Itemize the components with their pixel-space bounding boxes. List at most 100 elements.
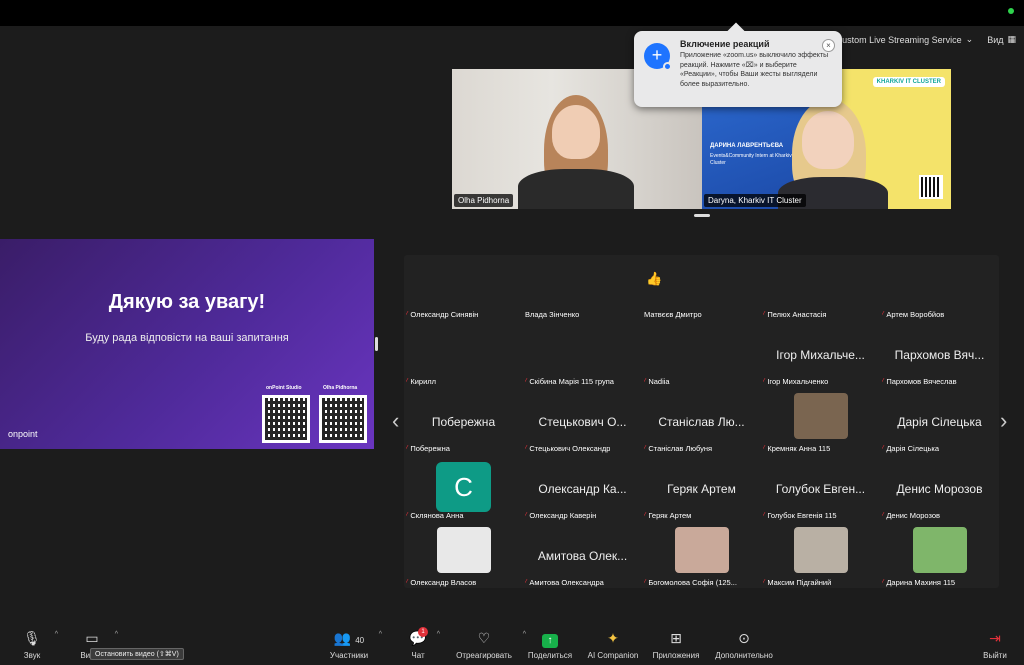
participant-name: Пелюх Анастасія: [767, 310, 827, 319]
split-view-handle[interactable]: [375, 337, 378, 351]
microphone-muted-icon: ⁄: [644, 511, 646, 520]
chevron-up-icon[interactable]: ^: [379, 631, 382, 638]
participant-avatar: [913, 527, 967, 573]
apps-icon: ⊞: [670, 630, 682, 646]
participant-display-name: Станіслав Лю...: [658, 415, 745, 429]
previous-page-icon[interactable]: ‹: [392, 408, 399, 434]
qr-label-olha: Olha Pidhorna: [323, 385, 358, 391]
participant-tile[interactable]: ⁄ Дарина Махиня 115: [880, 523, 999, 590]
participant-name: Геряк Артем: [648, 511, 692, 520]
video-name-label: Olha Pidhorna: [454, 194, 514, 207]
participant-display-name: Денис Морозов: [896, 482, 983, 496]
participant-tile[interactable]: C ⁄ Склянова Анна: [404, 456, 523, 523]
participant-display-name: Дарія Сілецька: [897, 415, 982, 429]
chevron-up-icon[interactable]: ^: [115, 631, 118, 638]
participant-face: [802, 111, 854, 169]
plus-icon: +: [644, 43, 672, 71]
participant-name: Матвєєв Дмитро: [644, 310, 702, 319]
participant-tile[interactable]: Денис Морозов ⁄ Денис Морозов: [880, 456, 999, 523]
participant-name-label: ⁄ Склянова Анна: [406, 511, 464, 520]
participant-tile[interactable]: ⁄ Богомолова Софія (125...: [642, 523, 761, 590]
participant-name-label: ⁄ Побережна: [406, 444, 450, 453]
chevron-up-icon[interactable]: ^: [437, 631, 440, 638]
participant-name: Олександр Каверін: [529, 511, 597, 520]
chat-icon: 💬 1: [409, 627, 428, 646]
participant-tile[interactable]: ⁄ Nadiia: [642, 322, 761, 389]
participant-tile[interactable]: ⁄ Кремняк Анна 115: [761, 389, 880, 456]
sparkle-icon: ✦: [607, 630, 619, 646]
qr-label-onpoint: onPoint Studio: [266, 385, 302, 391]
react-button[interactable]: ♡ Отреагировать ^: [452, 629, 526, 660]
apps-button[interactable]: ⊞ Приложения: [648, 629, 704, 660]
participants-label: Участники: [329, 651, 369, 660]
participant-avatar: [675, 527, 729, 573]
heart-icon: ♡: [477, 630, 491, 646]
share-button[interactable]: ↑ Поделиться: [524, 629, 576, 660]
more-label: Дополнительно: [715, 651, 773, 660]
participant-tile[interactable]: Стецькович О... ⁄ Стецькович Олександр: [523, 389, 642, 456]
view-label: Вид: [987, 34, 1004, 45]
microphone-muted-icon: ⁄: [525, 511, 527, 520]
chevron-up-icon[interactable]: ^: [55, 631, 58, 638]
participant-tile[interactable]: Станіслав Лю... ⁄ Станіслав Любуня: [642, 389, 761, 456]
participant-name: Ігор Михальченко: [767, 377, 829, 386]
microphone-muted-icon: 🎙: [23, 630, 41, 646]
participant-tile[interactable]: ⁄ Кирилл: [404, 322, 523, 389]
participant-tile[interactable]: ⁄ Олександр Синявін: [404, 255, 523, 322]
ai-companion-button[interactable]: ✦ AI Companion: [584, 629, 642, 660]
participants-count: 40: [355, 636, 365, 645]
microphone-muted-icon: ⁄: [525, 578, 527, 587]
participant-name-label: ⁄ Голубок Евгенія 115: [763, 511, 837, 520]
video-strip-resize-handle[interactable]: [694, 214, 710, 217]
more-icon: ⊙: [738, 630, 750, 646]
react-label: Отреагировать: [456, 651, 512, 660]
participant-tile[interactable]: Побережна ⁄ Побережна: [404, 389, 523, 456]
shared-screen[interactable]: Дякую за увагу! Буду рада відповісти на …: [0, 239, 374, 449]
audio-button[interactable]: 🎙 Звук ^: [16, 629, 58, 660]
qr-code-linkedin: [319, 395, 367, 443]
participant-tile[interactable]: ⁄ Олександр Власов: [404, 523, 523, 590]
participant-tile[interactable]: ⁄ Пелюх Анастасія: [761, 255, 880, 322]
participant-name-label: ⁄ Кремняк Анна 115: [763, 444, 830, 453]
participants-icon: 👥 40: [333, 630, 365, 646]
participant-tile[interactable]: Амитова Олек... ⁄ Амитова Олександра: [523, 523, 642, 590]
microphone-muted-icon: ⁄: [763, 578, 765, 587]
video-name-label: Daryna, Kharkiv IT Cluster: [704, 194, 806, 207]
participant-name: Nadiia: [648, 377, 670, 386]
microphone-muted-icon: ⁄: [763, 511, 765, 520]
participant-display-name: Геряк Артем: [667, 482, 736, 496]
participant-name: Артем Воробйов: [886, 310, 945, 319]
kharkiv-it-cluster-logo: KHARKIV IT CLUSTER: [872, 77, 945, 87]
participant-tile[interactable]: Голубок Евген... ⁄ Голубок Евгенія 115: [761, 456, 880, 523]
more-button[interactable]: ⊙ Дополнительно: [710, 629, 778, 660]
chat-badge: 1: [418, 627, 428, 637]
participant-display-name: Побережна: [431, 415, 496, 429]
participant-tile[interactable]: ⁄ Артем Воробйов: [880, 255, 999, 322]
participant-name: Денис Морозов: [886, 511, 941, 520]
participant-tile[interactable]: Дарія Сілецька ⁄ Дарія Сілецька: [880, 389, 999, 456]
participant-tile[interactable]: ⁄ Максим Підгайний: [761, 523, 880, 590]
participant-name: Влада Зінченко: [525, 310, 580, 319]
microphone-muted-icon: ⁄: [406, 377, 408, 386]
microphone-muted-icon: ⁄: [406, 578, 408, 587]
participant-name-label: ⁄ Олександр Каверін: [525, 511, 596, 520]
microphone-muted-icon: ⁄: [406, 310, 408, 319]
close-icon[interactable]: ×: [822, 39, 835, 52]
participant-tile[interactable]: Ігор Михальче... ⁄ Ігор Михальченко: [761, 322, 880, 389]
share-label: Поделиться: [527, 651, 573, 660]
participant-tile[interactable]: Влада Зінченко: [523, 255, 642, 322]
microphone-muted-icon: ⁄: [882, 444, 884, 453]
leave-button[interactable]: ⇥ Выйти: [980, 629, 1010, 660]
next-page-icon[interactable]: ›: [1000, 408, 1007, 434]
chat-button[interactable]: 💬 1 Чат ^: [406, 627, 440, 660]
participant-tile[interactable]: Олександр Ка... ⁄ Олександр Каверін: [523, 456, 642, 523]
view-menu[interactable]: Вид ▦: [987, 34, 1016, 45]
live-stream-menu[interactable]: Custom Live Streaming Service ⌄: [836, 34, 974, 45]
participant-tile[interactable]: Пархомов Вяч... ⁄ Пархомов Вячеслав: [880, 322, 999, 389]
participants-button[interactable]: 👥 40 Участники ^: [326, 629, 382, 660]
participant-tile[interactable]: ⁄ Скібина Марія 115 група: [523, 322, 642, 389]
participant-name: Богомолова Софія (125...: [648, 578, 737, 587]
participant-name: Побережна: [410, 444, 450, 453]
participant-tile[interactable]: Геряк Артем ⁄ Геряк Артем: [642, 456, 761, 523]
participant-tile[interactable]: 👍 Матвєєв Дмитро: [642, 255, 761, 322]
